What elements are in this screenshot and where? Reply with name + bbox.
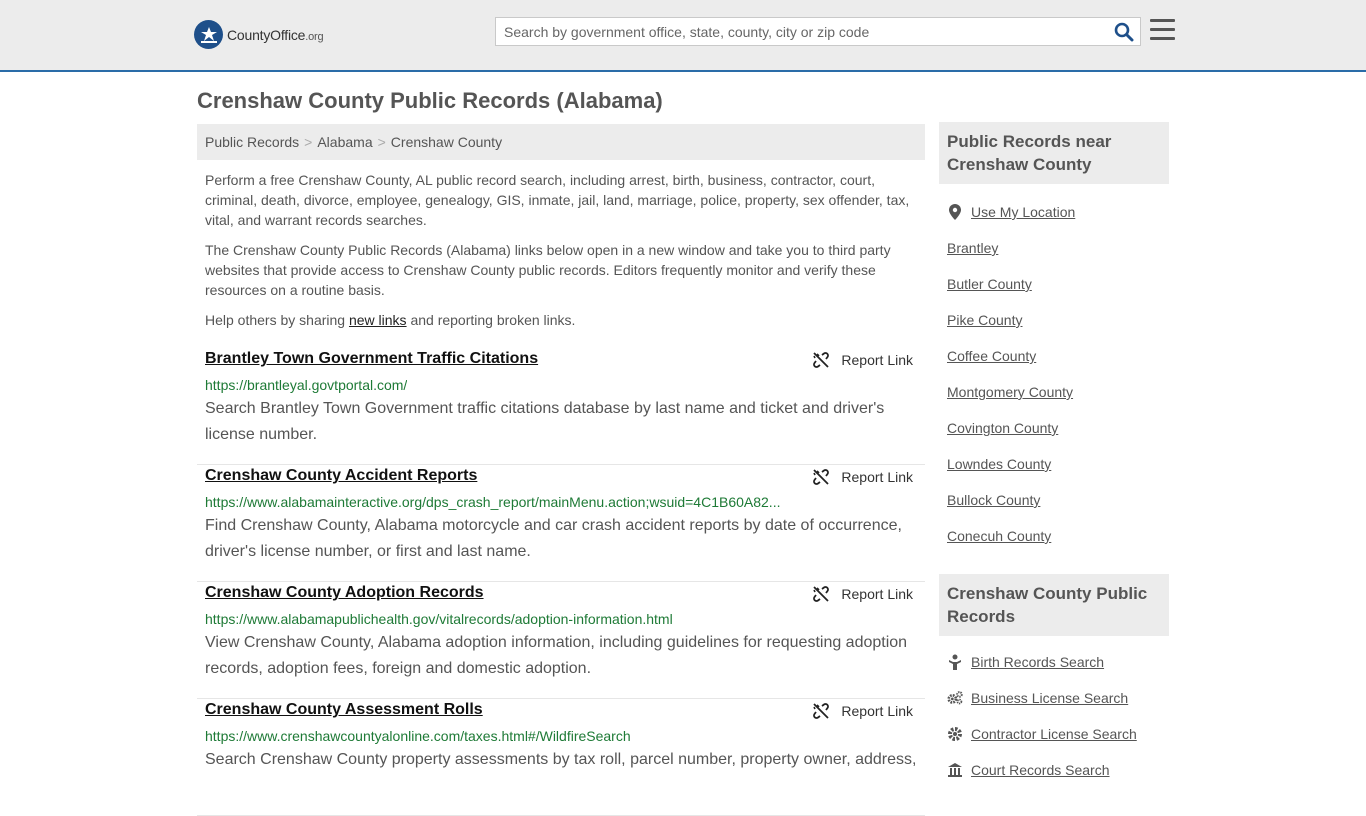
broken-link-icon [813, 703, 830, 719]
near-list: Use My Location Brantley Butler County P… [939, 184, 1169, 554]
record-title-link[interactable]: Crenshaw County Adoption Records [205, 584, 484, 602]
record-item: Crenshaw County Adoption Records Report … [197, 582, 925, 699]
near-county-item[interactable]: Lowndes County [947, 446, 1161, 482]
near-county-link[interactable]: Montgomery County [947, 384, 1073, 400]
near-county-link[interactable]: Pike County [947, 312, 1022, 328]
report-link-button[interactable]: Report Link [813, 703, 913, 719]
gears-icon [947, 690, 963, 706]
record-url[interactable]: https://brantleyal.govtportal.com/ [205, 377, 407, 393]
record-url[interactable]: https://www.alabamapublichealth.gov/vita… [205, 611, 673, 627]
gear-icon [947, 726, 963, 742]
contractor-license-link[interactable]: Contractor License Search [971, 726, 1137, 742]
logo-emblem-icon [194, 20, 223, 49]
record-title-link[interactable]: Brantley Town Government Traffic Citatio… [205, 350, 538, 368]
near-county-item[interactable]: Covington County [947, 410, 1161, 446]
court-records-link[interactable]: Court Records Search [971, 762, 1110, 778]
record-description: Search Brantley Town Government traffic … [205, 400, 885, 443]
search-box [495, 17, 1141, 46]
business-license-link[interactable]: Business License Search [971, 690, 1128, 706]
record-description: View Crenshaw County, Alabama adoption i… [205, 634, 908, 677]
report-link-button[interactable]: Report Link [813, 586, 913, 602]
intro-text: Perform a free Crenshaw County, AL publi… [205, 170, 920, 340]
near-county-item[interactable]: Butler County [947, 266, 1161, 302]
breadcrumb-alabama[interactable]: Alabama [317, 134, 372, 150]
near-county-link[interactable]: Covington County [947, 420, 1058, 436]
report-link-button[interactable]: Report Link [813, 352, 913, 368]
page-title: Crenshaw County Public Records (Alabama) [197, 88, 663, 113]
near-county-item[interactable]: Bullock County [947, 482, 1161, 518]
sidebar: Public Records near Crenshaw County Use … [939, 122, 1169, 788]
sidebar-records-heading: Crenshaw County Public Records [939, 574, 1169, 636]
near-county-link[interactable]: Bullock County [947, 492, 1040, 508]
intro-paragraph-3: Help others by sharing new links and rep… [205, 312, 576, 328]
use-my-location-item[interactable]: Use My Location [947, 194, 1161, 230]
near-county-link[interactable]: Lowndes County [947, 456, 1051, 472]
search-icon[interactable] [1114, 22, 1134, 42]
breadcrumb-public-records[interactable]: Public Records [205, 134, 299, 150]
record-description: Find Crenshaw County, Alabama motorcycle… [205, 517, 902, 560]
breadcrumb-separator: > [304, 134, 313, 150]
record-item: Crenshaw County Assessment Rolls Report … [197, 699, 925, 816]
near-county-item[interactable]: Conecuh County [947, 518, 1161, 554]
broken-link-icon [813, 352, 830, 368]
near-county-link[interactable]: Conecuh County [947, 528, 1051, 544]
near-county-link[interactable]: Butler County [947, 276, 1032, 292]
business-license-item[interactable]: Business License Search [947, 680, 1161, 716]
courthouse-icon [947, 762, 963, 778]
near-county-link[interactable]: Brantley [947, 240, 998, 256]
logo-text: CountyOffice.org [227, 26, 324, 43]
hamburger-menu-icon[interactable] [1150, 19, 1175, 41]
record-url[interactable]: https://www.crenshawcountyalonline.com/t… [205, 728, 631, 744]
map-pin-icon [947, 204, 963, 220]
search-input[interactable] [496, 18, 1106, 45]
records-list: Brantley Town Government Traffic Citatio… [197, 348, 925, 816]
record-item: Crenshaw County Accident Reports Report … [197, 465, 925, 582]
record-description: Search Crenshaw County property assessme… [205, 751, 917, 768]
birth-records-link[interactable]: Birth Records Search [971, 654, 1104, 670]
record-title-link[interactable]: Crenshaw County Assessment Rolls [205, 701, 483, 719]
broken-link-icon [813, 469, 830, 485]
near-county-link[interactable]: Coffee County [947, 348, 1036, 364]
birth-records-item[interactable]: Birth Records Search [947, 644, 1161, 680]
intro-paragraph-1: Perform a free Crenshaw County, AL publi… [205, 172, 910, 228]
court-records-item[interactable]: Court Records Search [947, 752, 1161, 788]
top-header: CountyOffice.org [0, 0, 1366, 72]
records-category-list: Birth Records Search Business License Se… [939, 636, 1169, 788]
breadcrumb-crenshaw-county[interactable]: Crenshaw County [391, 134, 502, 150]
record-title-link[interactable]: Crenshaw County Accident Reports [205, 467, 477, 485]
near-county-item[interactable]: Coffee County [947, 338, 1161, 374]
baby-icon [947, 654, 963, 670]
near-county-item[interactable]: Montgomery County [947, 374, 1161, 410]
intro-paragraph-2: The Crenshaw County Public Records (Alab… [205, 242, 891, 298]
broken-link-icon [813, 586, 830, 602]
use-my-location-link[interactable]: Use My Location [971, 204, 1075, 220]
breadcrumb-separator: > [377, 134, 386, 150]
site-logo[interactable]: CountyOffice.org [194, 20, 324, 49]
near-county-item[interactable]: Brantley [947, 230, 1161, 266]
record-item: Brantley Town Government Traffic Citatio… [197, 348, 925, 465]
contractor-license-item[interactable]: Contractor License Search [947, 716, 1161, 752]
breadcrumb: Public Records > Alabama > Crenshaw County [197, 124, 925, 160]
sidebar-near-heading: Public Records near Crenshaw County [939, 122, 1169, 184]
near-county-item[interactable]: Pike County [947, 302, 1161, 338]
new-links-link[interactable]: new links [349, 312, 407, 328]
record-url[interactable]: https://www.alabamainteractive.org/dps_c… [205, 494, 780, 510]
report-link-button[interactable]: Report Link [813, 469, 913, 485]
